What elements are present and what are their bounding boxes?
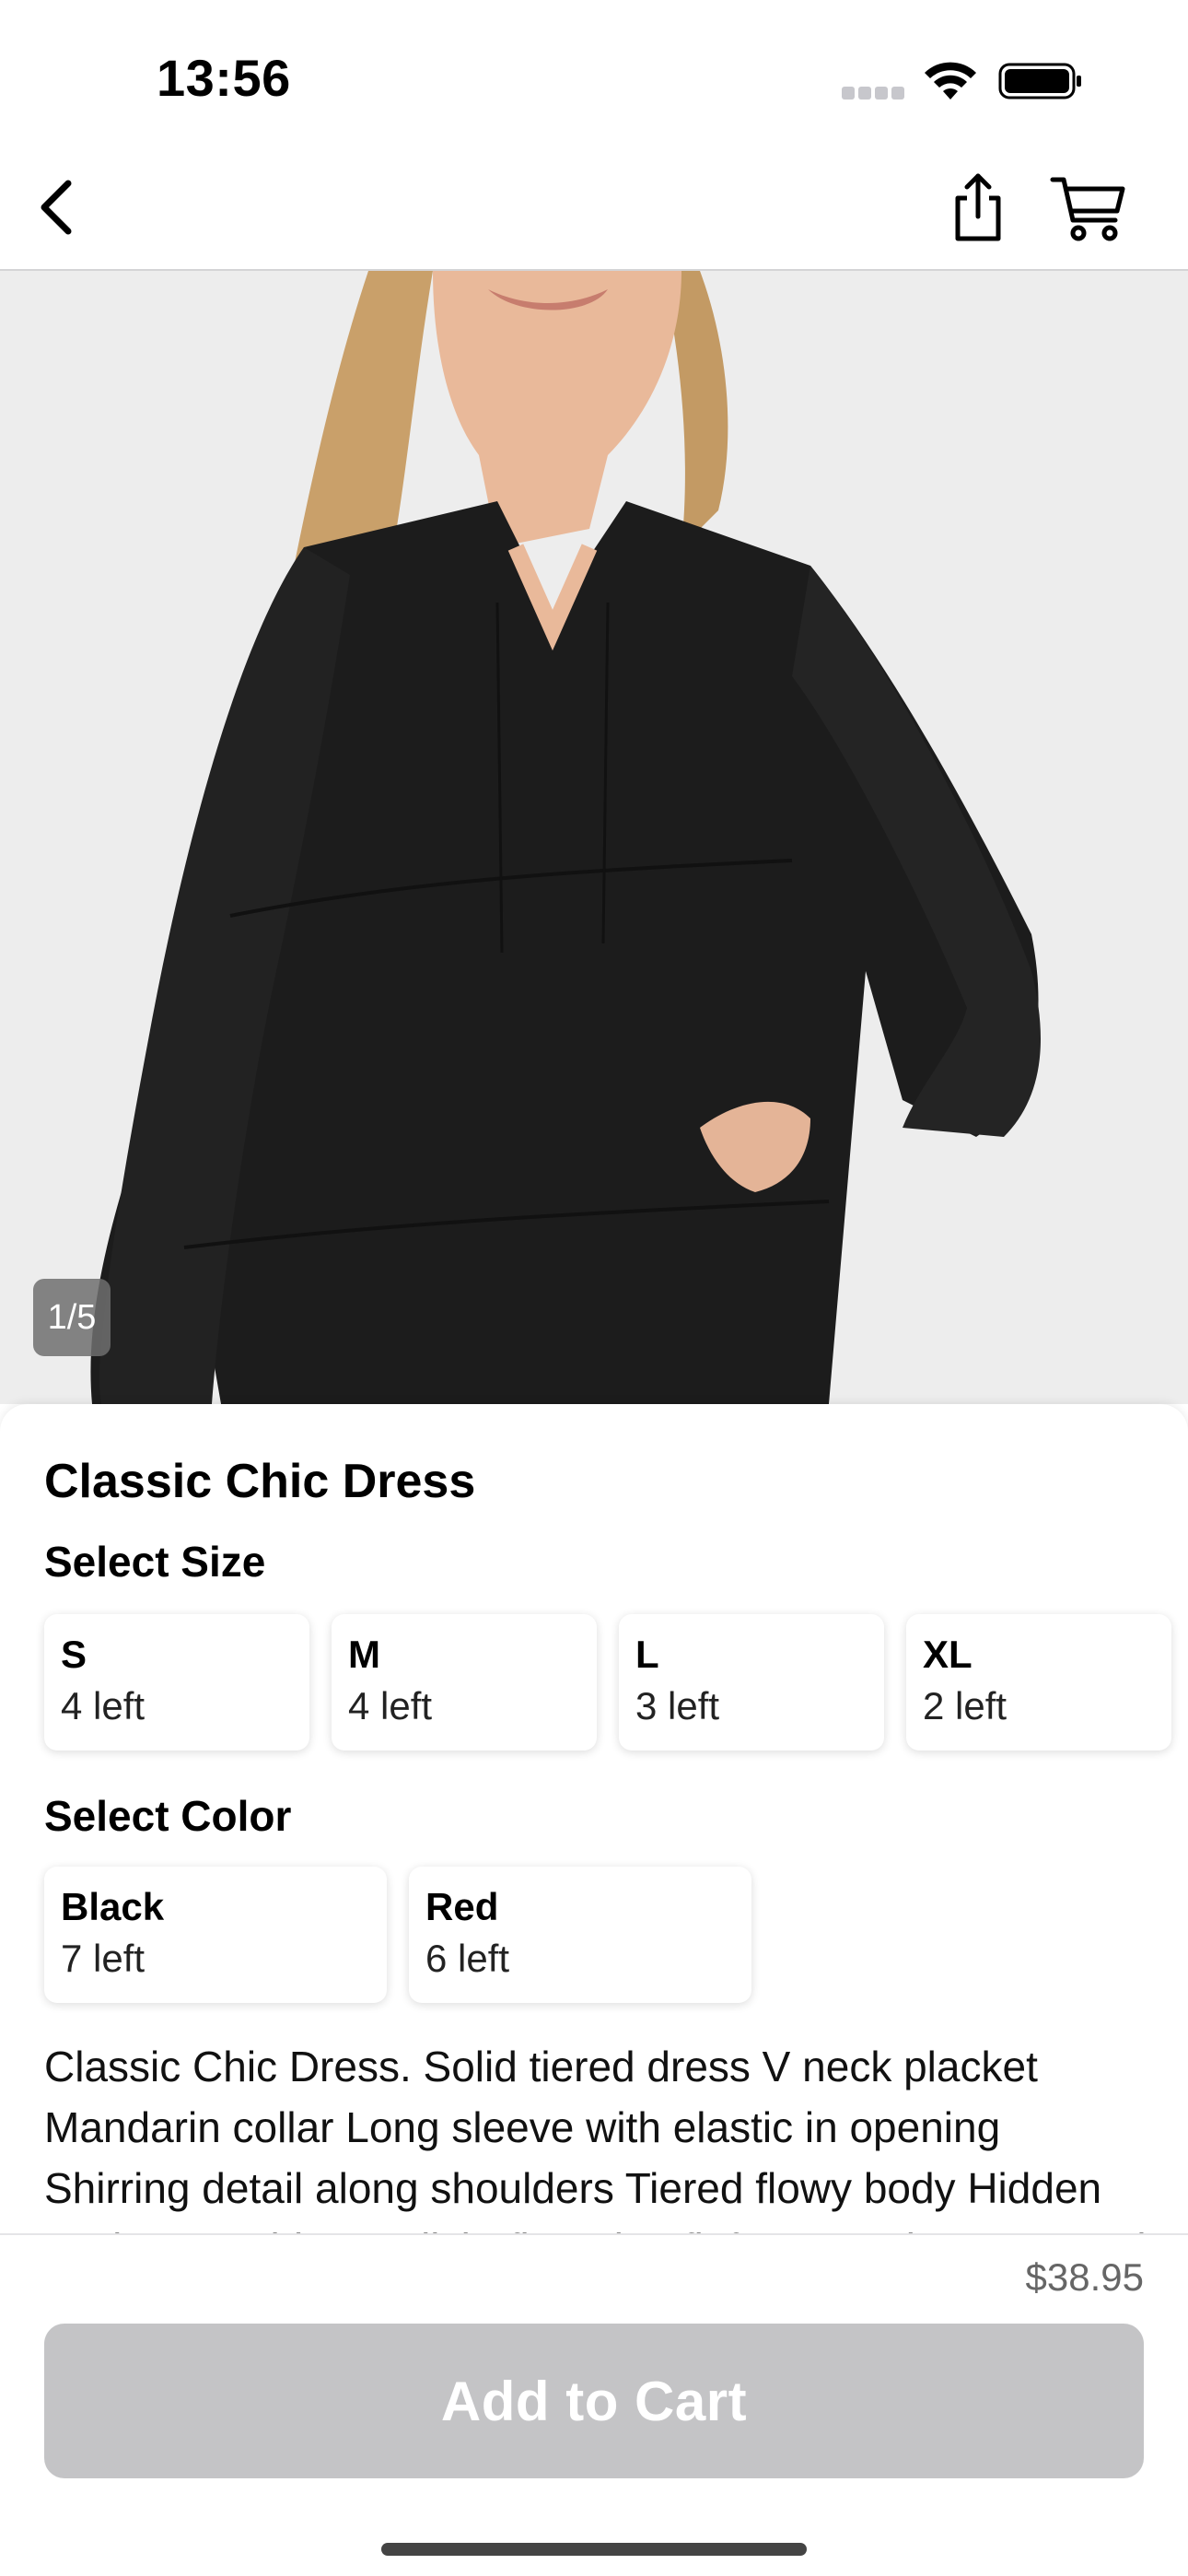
size-stock: 4 left	[348, 1684, 433, 1727]
select-color-label: Select Color	[44, 1792, 292, 1840]
product-image[interactable]	[0, 271, 1188, 1404]
status-time: 13:56	[157, 49, 291, 107]
size-stock: 4 left	[61, 1684, 146, 1727]
size-stock: 2 left	[923, 1684, 1007, 1727]
size-option-xl[interactable]: XL 2 left	[906, 1614, 1171, 1751]
color-name: Red	[425, 1885, 499, 1928]
size-name: M	[348, 1633, 380, 1676]
size-name: XL	[923, 1633, 973, 1676]
size-option-s[interactable]: S 4 left	[44, 1614, 309, 1751]
size-stock: 3 left	[635, 1684, 720, 1727]
color-option-red[interactable]: Red 6 left	[409, 1867, 751, 2003]
select-size-label: Select Size	[44, 1538, 266, 1586]
size-name: L	[635, 1633, 659, 1676]
share-button[interactable]	[939, 166, 1017, 249]
share-icon	[955, 173, 1001, 241]
battery-icon	[998, 63, 1081, 100]
home-indicator[interactable]	[381, 2543, 807, 2556]
product-photo	[0, 271, 1188, 1404]
purchase-bar: $38.95 Add to Cart	[0, 2233, 1188, 2576]
color-name: Black	[61, 1885, 165, 1928]
product-details-sheet: Classic Chic Dress Select Size S 4 left …	[0, 1404, 1188, 2235]
size-option-m[interactable]: M 4 left	[332, 1614, 597, 1751]
status-bar: 13:56	[0, 0, 1188, 138]
wifi-icon	[925, 62, 976, 100]
image-counter: 1/5	[33, 1279, 111, 1356]
chevron-left-icon	[41, 180, 72, 235]
cart-button[interactable]	[1042, 170, 1135, 247]
add-to-cart-button[interactable]: Add to Cart	[44, 2324, 1144, 2478]
size-option-l[interactable]: L 3 left	[619, 1614, 884, 1751]
product-title: Classic Chic Dress	[44, 1455, 476, 1508]
color-stock: 6 left	[425, 1937, 510, 1980]
cart-icon	[1050, 177, 1125, 241]
color-stock: 7 left	[61, 1937, 146, 1980]
size-name: S	[61, 1633, 87, 1676]
product-description: Classic Chic Dress. Solid tiered dress V…	[44, 2043, 1147, 2235]
cellular-signal-icon	[842, 87, 906, 100]
back-button[interactable]	[28, 173, 83, 241]
nav-bar	[0, 138, 1188, 271]
color-option-black[interactable]: Black 7 left	[44, 1867, 387, 2003]
price: $38.95	[1025, 2255, 1144, 2299]
